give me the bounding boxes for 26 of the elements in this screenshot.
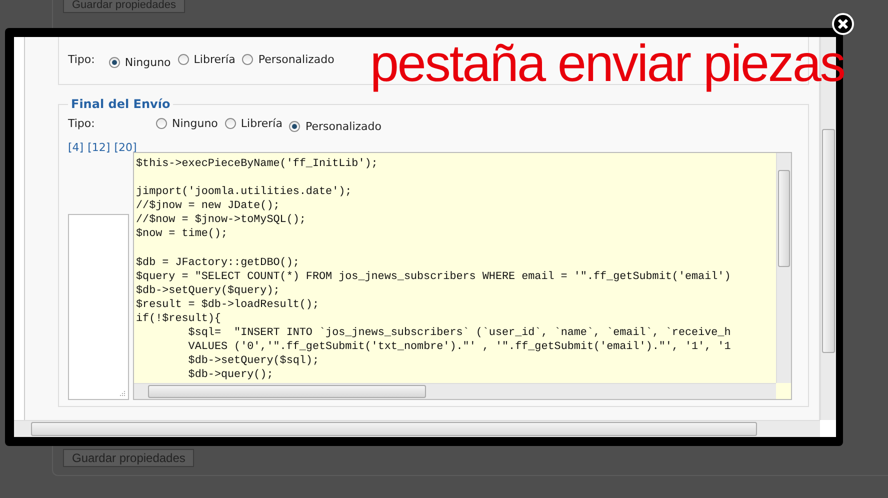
radio-button[interactable] — [289, 121, 300, 132]
radio-button[interactable] — [108, 56, 120, 68]
page-link[interactable]: [20] — [114, 141, 137, 154]
resize-grip-icon — [119, 390, 126, 397]
horizontal-scrollbar[interactable] — [134, 383, 776, 399]
radio-button[interactable] — [242, 54, 254, 64]
close-icon[interactable] — [832, 13, 854, 35]
radio-label: Librería — [194, 52, 236, 66]
radio-label: Ninguno — [172, 117, 218, 130]
radio-label: Ninguno — [124, 56, 171, 68]
text-area[interactable] — [68, 214, 129, 400]
radio-label: Personalizado — [305, 120, 382, 133]
radio-button[interactable] — [156, 118, 167, 129]
code-editor[interactable] — [133, 152, 792, 400]
vertical-scrollbar[interactable] — [776, 153, 791, 383]
horizontal-scrollbar[interactable] — [14, 420, 820, 437]
type-label: Tipo: — [68, 117, 96, 130]
radio-label: Librería — [240, 117, 282, 130]
radio-button[interactable] — [178, 54, 189, 64]
page-link[interactable]: [4] — [68, 141, 84, 154]
type-label: Tipo: — [68, 52, 95, 66]
code-text: $this->execPieceByName('ff_InitLib'); jimport('joomla.utilities.date'); //$jnow = new JDate(); //$now = $jnow->toMySQL(); $now = time(); $db = JFactory::getDBO(); $query = "SELECT COUNT(*) FROM jos_jnews_subscribers WHERE email = '".ff_getSubmit('email') $db->setQuery($query); $result = $db->loadResult(); if(!$result){ $sql= "INSERT INTO `jos_jnews_subscribers` (`user_id`, `name`, `email`, `receive_h VALUES ('0','".ff_getSubmit('txt_nombre')."' , '".ff_getSubmit('email')."', '1', '1 $db->setQuery($sql); $db->query(); — [135, 157, 732, 383]
page-link[interactable]: [12] — [88, 141, 110, 154]
radio-button[interactable] — [224, 118, 236, 129]
fieldset-legend: Final del Envío — [68, 97, 174, 111]
radio-label: Personalizado — [258, 52, 334, 66]
